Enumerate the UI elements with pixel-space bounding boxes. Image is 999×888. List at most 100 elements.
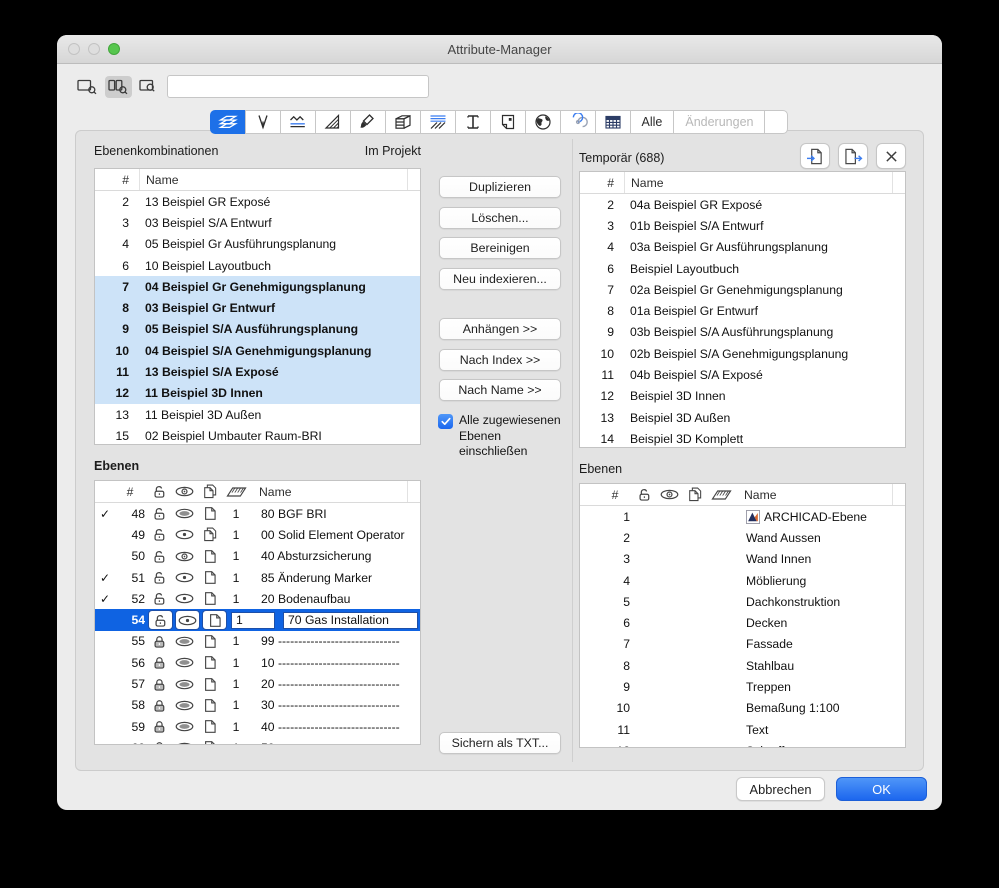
num-column-header[interactable]: # xyxy=(95,173,139,187)
layer-lock-toggle[interactable] xyxy=(147,506,172,521)
layer-3d-toggle[interactable] xyxy=(197,527,222,542)
layer-3d-toggle[interactable] xyxy=(197,740,222,744)
minimize-window-button[interactable] xyxy=(88,43,100,55)
column-resize-gutter[interactable] xyxy=(407,169,420,190)
layer-check[interactable]: ✓ xyxy=(95,571,115,585)
layer-visibility-toggle[interactable] xyxy=(172,700,197,711)
tab-cities[interactable] xyxy=(524,110,561,134)
layer-3d-toggle[interactable] xyxy=(197,698,222,713)
layer-row[interactable]: 4 Möblierung xyxy=(580,570,905,591)
layer-3d-toggle[interactable] xyxy=(197,570,222,585)
layer-row[interactable]: ✓ 51 1 85 Änderung Marker xyxy=(95,567,420,588)
layer-row[interactable]: 12 Schraffuren xyxy=(580,740,905,747)
save-as-txt-button[interactable]: Sichern als TXT... xyxy=(439,732,561,754)
close-window-button[interactable] xyxy=(68,43,80,55)
tab-surfaces[interactable] xyxy=(349,110,386,134)
layer-3d-toggle[interactable] xyxy=(202,610,227,631)
temporary-combos-list[interactable]: # Name 2 04a Beispiel GR Exposé 3 01b Beispie… xyxy=(579,171,906,448)
tab-zone-categories[interactable] xyxy=(489,110,526,134)
combo-row[interactable]: 11 13 Beispiel S/A Exposé xyxy=(95,361,420,383)
layer-row[interactable]: 56 1 10 ------------------------------ xyxy=(95,652,420,673)
tab-schedules[interactable] xyxy=(594,110,631,134)
layer-row[interactable]: 58 1 30 ------------------------------ xyxy=(95,695,420,716)
temporary-layers-list[interactable]: # Name 1 ARCHICAD-Ebene 2 Wand Aussen 3 Wand In… xyxy=(579,483,906,748)
combo-row[interactable]: 10 02b Beispiel S/A Genehmigungsplanung xyxy=(580,343,905,364)
view-split-pane-button[interactable] xyxy=(105,76,132,98)
layer-lock-toggle[interactable] xyxy=(147,549,172,564)
reindex-button[interactable]: Neu indexieren... xyxy=(439,268,561,290)
layer-visibility-toggle[interactable] xyxy=(172,679,197,690)
layer-lock-toggle[interactable] xyxy=(147,740,172,744)
layer-visibility-toggle[interactable] xyxy=(172,742,197,744)
layer-row[interactable]: ✓ 48 1 80 BGF BRI xyxy=(95,503,420,524)
layer-visibility-toggle[interactable] xyxy=(172,551,197,562)
layer-check[interactable]: ✓ xyxy=(95,507,115,521)
open-attribute-file-button[interactable] xyxy=(800,143,830,169)
num-column-header[interactable]: # xyxy=(115,485,147,499)
layer-row[interactable]: 55 1 99 ------------------------------ xyxy=(95,631,420,652)
include-assigned-layers-checkbox[interactable] xyxy=(438,413,453,429)
tab-fill-types[interactable] xyxy=(314,110,351,134)
combo-row[interactable]: 12 Beispiel 3D Innen xyxy=(580,386,905,407)
num-column-header[interactable]: # xyxy=(600,488,632,502)
layer-3d-toggle[interactable] xyxy=(197,506,222,521)
layer-visibility-toggle[interactable] xyxy=(172,636,197,647)
layer-lock-toggle[interactable] xyxy=(147,655,172,670)
layer-row[interactable]: 2 Wand Aussen xyxy=(580,527,905,548)
combo-row[interactable]: 7 02a Beispiel Gr Genehmigungsplanung xyxy=(580,279,905,300)
layer-lock-toggle[interactable] xyxy=(147,634,172,649)
combo-row[interactable]: 9 05 Beispiel S/A Ausführungsplanung xyxy=(95,318,420,341)
tab-aenderungen[interactable]: Änderungen xyxy=(673,110,766,134)
combo-row[interactable]: 8 03 Beispiel Gr Entwurf xyxy=(95,297,420,319)
overwrite-by-name-button[interactable]: Nach Name >> xyxy=(439,379,561,401)
column-resize-gutter[interactable] xyxy=(892,172,905,193)
layer-visibility-toggle[interactable] xyxy=(172,572,197,583)
intersection-group-input[interactable]: 1 xyxy=(231,611,275,629)
layer-row[interactable]: 57 1 20 ------------------------------ xyxy=(95,673,420,694)
layer-lock-toggle[interactable] xyxy=(147,591,172,606)
search-input[interactable] xyxy=(167,75,429,98)
layer-lock-toggle[interactable] xyxy=(147,570,172,585)
intersection-column-header-icon[interactable] xyxy=(222,486,250,498)
layer-lock-toggle[interactable] xyxy=(148,610,173,631)
visibility-column-header-icon[interactable] xyxy=(657,489,682,500)
append-button[interactable]: Anhängen >> xyxy=(439,318,561,340)
delete-button[interactable]: Löschen... xyxy=(439,207,561,229)
clear-temporary-button[interactable] xyxy=(876,143,906,169)
tab-composites[interactable] xyxy=(384,110,421,134)
name-column-header[interactable]: Name xyxy=(625,176,892,190)
layer-3d-column-header-icon[interactable] xyxy=(682,487,707,502)
layer-3d-toggle[interactable] xyxy=(197,591,222,606)
project-layers-list[interactable]: # Name ✓ 48 1 80 BGF BRI 49 1 00 Solid Element O… xyxy=(94,480,421,745)
layer-lock-toggle[interactable] xyxy=(147,719,172,734)
combo-row[interactable]: 14 Beispiel 3D Komplett xyxy=(580,428,905,447)
combo-row[interactable]: 12 11 Beispiel 3D Innen xyxy=(95,382,420,404)
layer-visibility-toggle[interactable] xyxy=(172,529,197,540)
combo-row[interactable]: 9 03b Beispiel S/A Ausführungsplanung xyxy=(580,322,905,343)
layer-row[interactable]: 59 1 40 ------------------------------ xyxy=(95,716,420,737)
combo-row[interactable]: 6 10 Beispiel Layoutbuch xyxy=(95,255,420,276)
purge-button[interactable]: Bereinigen xyxy=(439,237,561,259)
layer-visibility-toggle[interactable] xyxy=(172,721,197,732)
layer-row[interactable]: 5 Dachkonstruktion xyxy=(580,591,905,612)
layer-visibility-toggle[interactable] xyxy=(172,508,197,519)
combo-row[interactable]: 13 Beispiel 3D Außen xyxy=(580,407,905,428)
layer-row[interactable]: 6 Decken xyxy=(580,612,905,633)
combo-row[interactable]: 10 04 Beispiel S/A Genehmigungsplanung xyxy=(95,340,420,362)
project-combos-list[interactable]: # Name 2 13 Beispiel GR Exposé 3 03 Beispiel … xyxy=(94,168,421,445)
lock-column-header-icon[interactable] xyxy=(147,484,172,499)
visibility-column-header-icon[interactable] xyxy=(172,486,197,497)
combo-row[interactable]: 4 05 Beispiel Gr Ausführungsplanung xyxy=(95,234,420,255)
layer-visibility-toggle[interactable] xyxy=(172,593,197,604)
layer-row[interactable]: 60 150 ------------------------------ xyxy=(95,737,420,744)
combo-row[interactable]: 2 13 Beispiel GR Exposé xyxy=(95,191,420,212)
tab-alle[interactable]: Alle xyxy=(629,110,675,134)
layer-row[interactable]: 50 1 40 Absturzsicherung xyxy=(95,546,420,567)
layer-name-input[interactable]: 70 Gas Installation xyxy=(283,611,418,629)
layer-row[interactable]: ✓ 52 1 20 Bodenaufbau xyxy=(95,588,420,609)
layer-row[interactable]: 1 ARCHICAD-Ebene xyxy=(580,506,905,527)
view-right-pane-button[interactable] xyxy=(136,76,163,98)
combo-row[interactable]: 3 01b Beispiel S/A Entwurf xyxy=(580,215,905,236)
title-bar[interactable]: Attribute-Manager xyxy=(57,35,942,64)
layer-row[interactable]: 11 Text xyxy=(580,719,905,740)
